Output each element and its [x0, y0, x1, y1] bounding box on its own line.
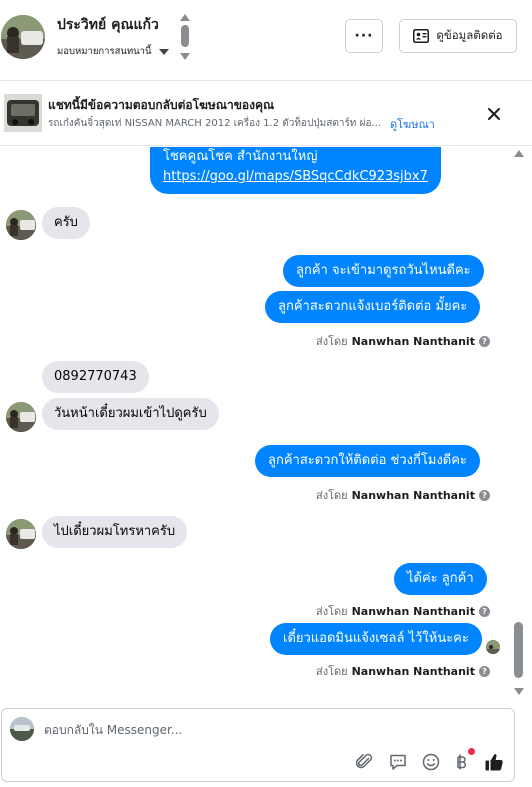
contact-avatar-small [6, 402, 36, 432]
contact-card-icon [413, 29, 430, 43]
see-ad-link[interactable]: ดูโฆษณา [390, 115, 435, 133]
scroll-down-icon[interactable] [514, 688, 524, 695]
incoming-message[interactable]: 0892770743 [42, 361, 149, 393]
view-contact-button[interactable]: ดูข้อมูลติดต่อ [399, 19, 517, 53]
baht-icon [457, 754, 467, 770]
ad-thumbnail[interactable] [4, 94, 42, 132]
message-thread: โชคคูณโชค สำนักงานใหญ่ https://goo.gl/ma… [0, 147, 532, 700]
close-icon[interactable] [484, 104, 504, 124]
message-text: โชคคูณโชค สำนักงานใหญ่ [163, 149, 318, 164]
sent-by-prefix: ส่งโดย [316, 489, 348, 502]
chat-bubble-icon [390, 754, 406, 770]
attach-button[interactable] [354, 751, 376, 773]
outgoing-message[interactable]: เดี๋ยวแอดมินแจ้งเซลล์ ไว้ให้นะคะ [270, 623, 482, 655]
outgoing-message[interactable]: โชคคูณโชค สำนักงานใหญ่ https://goo.gl/ma… [150, 147, 441, 194]
sent-by-prefix: ส่งโดย [316, 665, 348, 678]
help-icon[interactable]: ? [478, 335, 490, 347]
map-link[interactable]: https://goo.gl/maps/SBSqcCdkC923sjbx7 [163, 167, 428, 187]
outgoing-message[interactable]: ได้ค่ะ ลูกค้า [394, 563, 487, 595]
help-icon[interactable]: ? [478, 665, 490, 677]
help-icon[interactable]: ? [478, 605, 490, 617]
like-button[interactable] [483, 751, 505, 773]
contact-avatar[interactable] [1, 15, 45, 59]
emoji-button[interactable] [420, 751, 442, 773]
sender-name: Nanwhan Nanthanit [351, 488, 475, 502]
scroll-up-icon[interactable] [514, 150, 524, 157]
more-options-button[interactable]: ··· [345, 19, 383, 53]
outgoing-message[interactable]: ลูกค้าสะดวกให้ติดต่อ ช่วงกี่โมงดีคะ [255, 445, 480, 477]
scrollbar-thumb[interactable] [514, 622, 523, 678]
payment-button[interactable] [451, 748, 475, 773]
assign-label: มอบหมายการสนทนานี้ [57, 46, 152, 57]
help-icon[interactable]: ? [478, 489, 490, 501]
ad-banner-title: แชทนี้มีข้อความตอบกลับต่อโฆษณาของคุณ [48, 98, 275, 112]
sender-name: Nanwhan Nanthanit [351, 334, 475, 348]
ad-banner-subtitle: รถเก๋งคันจิ๋วสุดเท่ NISSAN MARCH 2012 เค… [48, 118, 381, 129]
assign-conversation-dropdown[interactable]: มอบหมายการสนทนานี้ [57, 44, 169, 59]
reply-composer [1, 708, 515, 782]
smiley-icon [422, 753, 440, 771]
reply-input[interactable] [44, 719, 464, 741]
sent-by-prefix: ส่งโดย [316, 335, 348, 348]
caret-down-icon [158, 48, 169, 55]
thumbs-up-icon [485, 754, 503, 771]
outgoing-message[interactable]: ลูกค้า จะเข้ามาดูรถวันไหนดีคะ [283, 255, 484, 287]
conversation-header: ประวิทย์ คุณแก้ว มอบหมายการสนทนานี้ ··· … [0, 0, 532, 80]
ad-reply-banner: แชทนี้มีข้อความตอบกลับต่อโฆษณาของคุณ รถเ… [0, 80, 532, 146]
contact-avatar-small [6, 210, 36, 240]
contact-name: ประวิทย์ คุณแก้ว [57, 17, 159, 33]
seen-avatar [486, 640, 500, 654]
incoming-message[interactable]: ครับ [42, 207, 90, 239]
incoming-message[interactable]: วันหน้าเดี๋ยวผมเข้าไปดูครับ [42, 398, 219, 430]
thread-scrollbar[interactable] [512, 150, 526, 695]
notification-dot [468, 748, 475, 755]
view-contact-label: ดูข้อมูลติดต่อ [436, 28, 503, 42]
sender-name: Nanwhan Nanthanit [351, 604, 475, 618]
sent-by-prefix: ส่งโดย [316, 605, 348, 618]
sender-name: Nanwhan Nanthanit [351, 664, 475, 678]
mini-scroll-indicator-icon [180, 14, 190, 60]
sent-by-label: ส่งโดย Nanwhan Nanthanit ? [316, 662, 490, 680]
paperclip-icon [356, 753, 373, 769]
page-avatar [10, 717, 34, 741]
incoming-message[interactable]: ไปเดี๋ยวผมโทรหาครับ [42, 516, 188, 548]
contact-avatar-small [6, 519, 36, 549]
sent-by-label: ส่งโดย Nanwhan Nanthanit ? [316, 602, 490, 620]
saved-replies-button[interactable] [387, 751, 409, 773]
sent-by-label: ส่งโดย Nanwhan Nanthanit ? [316, 332, 490, 350]
sent-by-label: ส่งโดย Nanwhan Nanthanit ? [316, 486, 490, 504]
outgoing-message[interactable]: ลูกค้าสะดวกแจ้งเบอร์ติดต่อ มั้ยคะ [265, 291, 481, 323]
